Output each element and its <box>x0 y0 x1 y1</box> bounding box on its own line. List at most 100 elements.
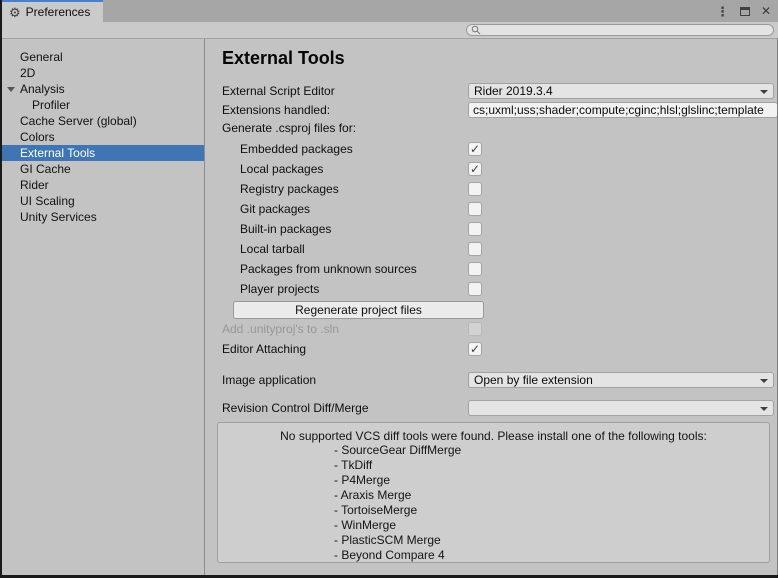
page-title: External Tools <box>222 47 778 69</box>
titlebar: ⚙ Preferences ⋮ ✕ <box>0 0 778 22</box>
checkbox-local-tarball[interactable] <box>468 242 482 256</box>
chevron-down-icon <box>760 90 768 94</box>
external-script-editor-dropdown[interactable]: Rider 2019.3.4 <box>468 83 774 99</box>
magnifier-icon <box>471 25 481 35</box>
local-packages-row: Local packages <box>222 159 778 179</box>
sidebar-item-label: GI Cache <box>20 162 71 176</box>
extensions-handled-input[interactable] <box>468 102 778 118</box>
registry-packages-row: Registry packages <box>222 179 778 199</box>
extensions-handled-row: Extensions handled: <box>222 101 778 118</box>
checkbox-built-in-packages[interactable] <box>468 222 482 236</box>
sidebar-item-external-tools[interactable]: External Tools <box>2 145 204 161</box>
sidebar-item-cache-server[interactable]: Cache Server (global) <box>2 113 204 129</box>
regenerate-project-files-button[interactable]: Regenerate project files <box>233 301 484 319</box>
sidebar-item-label: Cache Server (global) <box>20 114 137 128</box>
field-label: Revision Control Diff/Merge <box>222 401 468 415</box>
vcs-helpbox: No supported VCS diff tools were found. … <box>217 422 770 563</box>
sidebar-item-ui-scaling[interactable]: UI Scaling <box>2 193 204 209</box>
revision-control-dropdown[interactable] <box>468 400 774 416</box>
player-projects-row: Player projects <box>222 279 778 299</box>
helpbox-message: No supported VCS diff tools were found. … <box>218 429 769 443</box>
foldout-triangle-down-icon[interactable] <box>7 87 15 92</box>
checkbox-packages-unknown-sources[interactable] <box>468 262 482 276</box>
checkbox-git-packages[interactable] <box>468 202 482 216</box>
embedded-packages-row: Embedded packages <box>222 139 778 159</box>
dropdown-value: Rider 2019.3.4 <box>474 84 553 98</box>
field-label: Image application <box>222 373 468 387</box>
sidebar-item-colors[interactable]: Colors <box>2 129 204 145</box>
sidebar-item-2d[interactable]: 2D <box>2 65 204 81</box>
chevron-down-icon <box>760 379 768 383</box>
checkbox-label: Embedded packages <box>222 142 468 156</box>
preferences-window: ⚙ Preferences ⋮ ✕ General 2D Analysis <box>0 0 778 578</box>
window-border-left <box>0 0 2 578</box>
helpbox-tool: - PlasticSCM Merge <box>334 533 769 548</box>
maximize-icon[interactable] <box>740 7 750 16</box>
checkbox-editor-attaching[interactable] <box>468 342 482 356</box>
kebab-menu-icon[interactable]: ⋮ <box>716 5 729 18</box>
local-tarball-row: Local tarball <box>222 239 778 259</box>
sidebar-item-label: External Tools <box>20 146 95 160</box>
editor-attaching-row: Editor Attaching <box>222 340 778 357</box>
sidebar-item-label: Unity Services <box>20 210 97 224</box>
checkbox-label: Local packages <box>222 162 468 176</box>
checkbox-registry-packages[interactable] <box>468 182 482 196</box>
helpbox-tool: - TkDiff <box>334 458 769 473</box>
helpbox-tool: - P4Merge <box>334 473 769 488</box>
regenerate-row: Regenerate project files <box>222 301 778 319</box>
sidebar: General 2D Analysis Profiler Cache Serve… <box>2 39 205 575</box>
checkbox-label: Git packages <box>222 202 468 216</box>
tab-preferences[interactable]: ⚙ Preferences <box>2 0 103 22</box>
image-application-row: Image application Open by file extension <box>222 371 778 388</box>
sidebar-item-label: Colors <box>20 130 55 144</box>
checkbox-label: Player projects <box>222 282 468 296</box>
sidebar-item-rider[interactable]: Rider <box>2 177 204 193</box>
checkbox-add-unityproj <box>468 322 482 336</box>
search-input[interactable] <box>483 25 773 35</box>
revision-control-row: Revision Control Diff/Merge <box>222 399 778 416</box>
helpbox-tool-list: - SourceGear DiffMerge - TkDiff - P4Merg… <box>218 443 769 563</box>
sidebar-item-label: Profiler <box>32 98 70 112</box>
sidebar-item-analysis[interactable]: Analysis <box>2 81 204 97</box>
tab-title: Preferences <box>26 5 91 19</box>
disabled-field-label: Add .unityproj's to .sln <box>222 322 468 336</box>
checkbox-embedded-packages[interactable] <box>468 142 482 156</box>
helpbox-tool: - Beyond Compare 4 <box>334 548 769 563</box>
checkbox-label: Packages from unknown sources <box>222 262 468 276</box>
close-icon[interactable]: ✕ <box>761 5 771 17</box>
search-box[interactable] <box>466 24 774 36</box>
sidebar-item-unity-services[interactable]: Unity Services <box>2 209 204 225</box>
sidebar-item-gi-cache[interactable]: GI Cache <box>2 161 204 177</box>
unknown-sources-row: Packages from unknown sources <box>222 259 778 279</box>
helpbox-tool: - SourceGear DiffMerge <box>334 443 769 458</box>
chevron-down-icon <box>760 407 768 411</box>
helpbox-tool: - TortoiseMerge <box>334 503 769 518</box>
sidebar-item-label: General <box>20 50 63 64</box>
git-packages-row: Git packages <box>222 199 778 219</box>
checkbox-label: Registry packages <box>222 182 468 196</box>
checkbox-local-packages[interactable] <box>468 162 482 176</box>
checkbox-label: Built-in packages <box>222 222 468 236</box>
sidebar-item-label: UI Scaling <box>20 194 75 208</box>
external-tools-panel: External Tools External Script Editor Ri… <box>206 39 778 575</box>
checkbox-label: Local tarball <box>222 242 468 256</box>
built-in-packages-row: Built-in packages <box>222 219 778 239</box>
gear-icon: ⚙ <box>9 6 21 19</box>
field-label: Extensions handled: <box>222 103 468 117</box>
dropdown-value: Open by file extension <box>474 373 593 387</box>
body: General 2D Analysis Profiler Cache Serve… <box>0 39 778 575</box>
field-label: External Script Editor <box>222 84 468 98</box>
sidebar-item-label: 2D <box>20 66 35 80</box>
helpbox-tool: - WinMerge <box>334 518 769 533</box>
field-label: Editor Attaching <box>222 342 468 356</box>
helpbox-tool: - Araxis Merge <box>334 488 769 503</box>
window-controls: ⋮ ✕ <box>716 0 771 22</box>
sidebar-item-profiler[interactable]: Profiler <box>2 97 204 113</box>
generate-csproj-label: Generate .csproj files for: <box>222 121 778 135</box>
sidebar-item-label: Rider <box>20 178 49 192</box>
image-application-dropdown[interactable]: Open by file extension <box>468 372 774 388</box>
toolbar <box>0 22 778 39</box>
sidebar-item-general[interactable]: General <box>2 49 204 65</box>
checkbox-player-projects[interactable] <box>468 282 482 296</box>
sidebar-item-label: Analysis <box>20 82 65 96</box>
